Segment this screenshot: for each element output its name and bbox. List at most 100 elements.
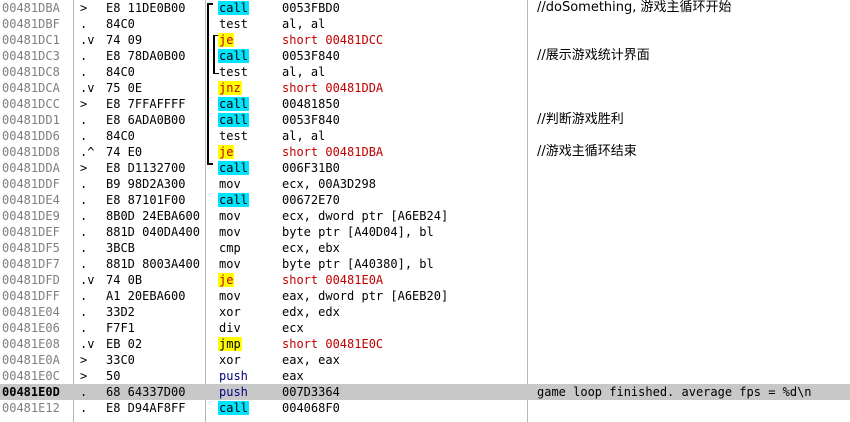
instruction-row[interactable]: 00481E08 .v EB 02 jmp short 00481E0C: [0, 336, 850, 352]
operand-cell: short 00481E0C: [282, 337, 384, 351]
address-cell: 00481DC1: [2, 33, 60, 47]
mnemonic-cell: xor: [218, 352, 252, 368]
instruction-row[interactable]: 00481DD6. 84C0 test al, al: [0, 128, 850, 144]
instruction-row[interactable]: 00481E04. 33D2 xor edx, edx: [0, 304, 850, 320]
mnemonic-label: push: [219, 369, 248, 383]
mnemonic-label: xor: [219, 305, 241, 319]
instruction-row[interactable]: 00481DC1 .v 74 09 je short 00481DCC: [0, 32, 850, 48]
instruction-row[interactable]: 00481DC8. 84C0 test al, al: [0, 64, 850, 80]
flow-marker: .^: [80, 145, 95, 159]
hex-dump-cell: 84C0: [106, 17, 135, 31]
mnemonic-cell: call: [218, 0, 252, 16]
flow-marker: .: [80, 257, 88, 271]
instruction-row[interactable]: 00481DFF. A1 20EBA600 mov eax, dword ptr [A…: [0, 288, 850, 304]
hex-dump-cell: E8 78DA0B00: [106, 49, 186, 63]
operand-cell: edx, edx: [282, 305, 340, 319]
instruction-row[interactable]: 00481DD8 .^ 74 E0 je short 00481DBA //游戏主循环结束: [0, 144, 850, 160]
flow-marker: .: [80, 113, 88, 127]
instruction-row[interactable]: 00481DCC > E8 7FFAFFFF call 00481850: [0, 96, 850, 112]
instruction-row[interactable]: 00481DD1. E8 6ADA0B00 call 0053F840 //判断游戏胜利: [0, 112, 850, 128]
instruction-row[interactable]: 00481DE4. E8 87101F00 call 00672E70: [0, 192, 850, 208]
flow-marker: .: [80, 401, 88, 415]
mnemonic-cell: mov: [218, 208, 252, 224]
address-cell: 00481DC3: [2, 49, 60, 63]
hex-dump-cell: F7F1: [106, 321, 135, 335]
mnemonic-label: je: [218, 33, 235, 47]
flow-marker: >: [80, 353, 88, 367]
address-cell: 00481E0A: [2, 353, 60, 367]
instruction-row[interactable]: 00481DF7. 881D 8003A400 mov byte ptr [A4038…: [0, 256, 850, 272]
instruction-row[interactable]: 00481DE9. 8B0D 24EBA600 mov ecx, dword ptr …: [0, 208, 850, 224]
hex-dump-cell: E8 D1132700: [106, 161, 186, 175]
address-cell: 00481DD1: [2, 113, 60, 127]
comment-cell: [537, 400, 849, 416]
flow-marker: >: [80, 1, 88, 15]
mnemonic-label: call: [218, 401, 249, 415]
instruction-row[interactable]: 00481DCA .v 75 0E jnz short 00481DDA: [0, 80, 850, 96]
operand-cell: eax: [282, 369, 304, 383]
mnemonic-label: test: [219, 65, 248, 79]
flow-marker: .: [80, 321, 88, 335]
mnemonic-cell: mov: [218, 256, 252, 272]
instruction-row[interactable]: 00481DBA > E8 11DE0B00 call 0053FBD0 //doSome…: [0, 0, 850, 16]
mnemonic-cell: test: [218, 128, 252, 144]
instruction-row[interactable]: 00481DF5. 3BCB cmp ecx, ebx: [0, 240, 850, 256]
comment-cell: [537, 128, 849, 144]
instruction-row[interactable]: 00481E06. F7F1 div ecx: [0, 320, 850, 336]
mnemonic-cell: call: [218, 96, 252, 112]
hex-dump-cell: 74 09: [106, 33, 143, 47]
mnemonic-label: mov: [219, 209, 241, 223]
instruction-row[interactable]: 00481DEF. 881D 040DA400 mov byte ptr [A40D0…: [0, 224, 850, 240]
hex-dump-cell: 881D 8003A400: [106, 257, 200, 271]
mnemonic-label: div: [219, 321, 241, 335]
operand-cell: al, al: [282, 129, 326, 143]
address-cell: 00481DC8: [2, 65, 60, 79]
hex-dump-cell: 68 64337D00: [106, 385, 186, 399]
instruction-row[interactable]: 00481E12. E8 D94AF8FF call 004068F0: [0, 400, 850, 416]
disassembly-view[interactable]: 00481DBA > E8 11DE0B00 call 0053FBD0 //doSome…: [0, 0, 850, 422]
mnemonic-cell: mov: [218, 176, 252, 192]
instruction-row[interactable]: 00481E0D. 68 64337D00 push 007D3364 game loo…: [0, 384, 850, 400]
address-cell: 00481DF5: [2, 241, 60, 255]
mnemonic-cell: call: [218, 160, 252, 176]
comment-cell: //判断游戏胜利: [537, 112, 624, 127]
flow-marker: .: [80, 193, 88, 207]
hex-dump-cell: 74 E0: [106, 145, 143, 159]
operand-cell: short 00481DCC: [282, 33, 384, 47]
flow-marker: .: [80, 209, 88, 223]
mnemonic-cell: jmp: [218, 336, 252, 352]
instruction-row[interactable]: 00481DC3. E8 78DA0B00 call 0053F840 //展示游戏统计…: [0, 48, 850, 64]
mnemonic-cell: xor: [218, 304, 252, 320]
comment-cell: [537, 336, 849, 352]
address-cell: 00481DBA: [2, 1, 60, 15]
hex-dump-cell: 84C0: [106, 65, 135, 79]
mnemonic-cell: jnz: [218, 80, 252, 96]
flow-marker: .: [80, 65, 88, 79]
comment-cell: [537, 352, 849, 368]
address-cell: 00481E08: [2, 337, 60, 351]
instruction-row[interactable]: 00481DFD .v 74 0B je short 00481E0A: [0, 272, 850, 288]
instruction-row[interactable]: 00481DBF. 84C0 test al, al: [0, 16, 850, 32]
hex-dump-cell: 33C0: [106, 353, 135, 367]
comment-cell: [537, 368, 849, 384]
operand-cell: byte ptr [A40380], bl: [282, 257, 434, 271]
instruction-row[interactable]: 00481DDF. B9 98D2A300 mov ecx, 00A3D298: [0, 176, 850, 192]
comment-cell: [537, 256, 849, 272]
mnemonic-cell: je: [218, 272, 252, 288]
flow-marker: .: [80, 241, 88, 255]
hex-dump-cell: 881D 040DA400: [106, 225, 200, 239]
flow-marker: .v: [80, 273, 95, 287]
hex-dump-cell: E8 11DE0B00: [106, 1, 186, 15]
instruction-row[interactable]: 00481DDA > E8 D1132700 call 006F31B0: [0, 160, 850, 176]
instruction-row[interactable]: 00481E0C >50 push eax: [0, 368, 850, 384]
address-cell: 00481DCA: [2, 81, 60, 95]
operand-cell: ecx, ebx: [282, 241, 340, 255]
address-cell: 00481E06: [2, 321, 60, 335]
hex-dump-cell: 33D2: [106, 305, 135, 319]
comment-cell: [537, 288, 849, 304]
operand-cell: 0053F840: [282, 49, 340, 63]
address-cell: 00481DD6: [2, 129, 60, 143]
instruction-row[interactable]: 00481E0A >33C0 xor eax, eax: [0, 352, 850, 368]
comment-cell: [537, 240, 849, 256]
flow-marker: .: [80, 289, 88, 303]
